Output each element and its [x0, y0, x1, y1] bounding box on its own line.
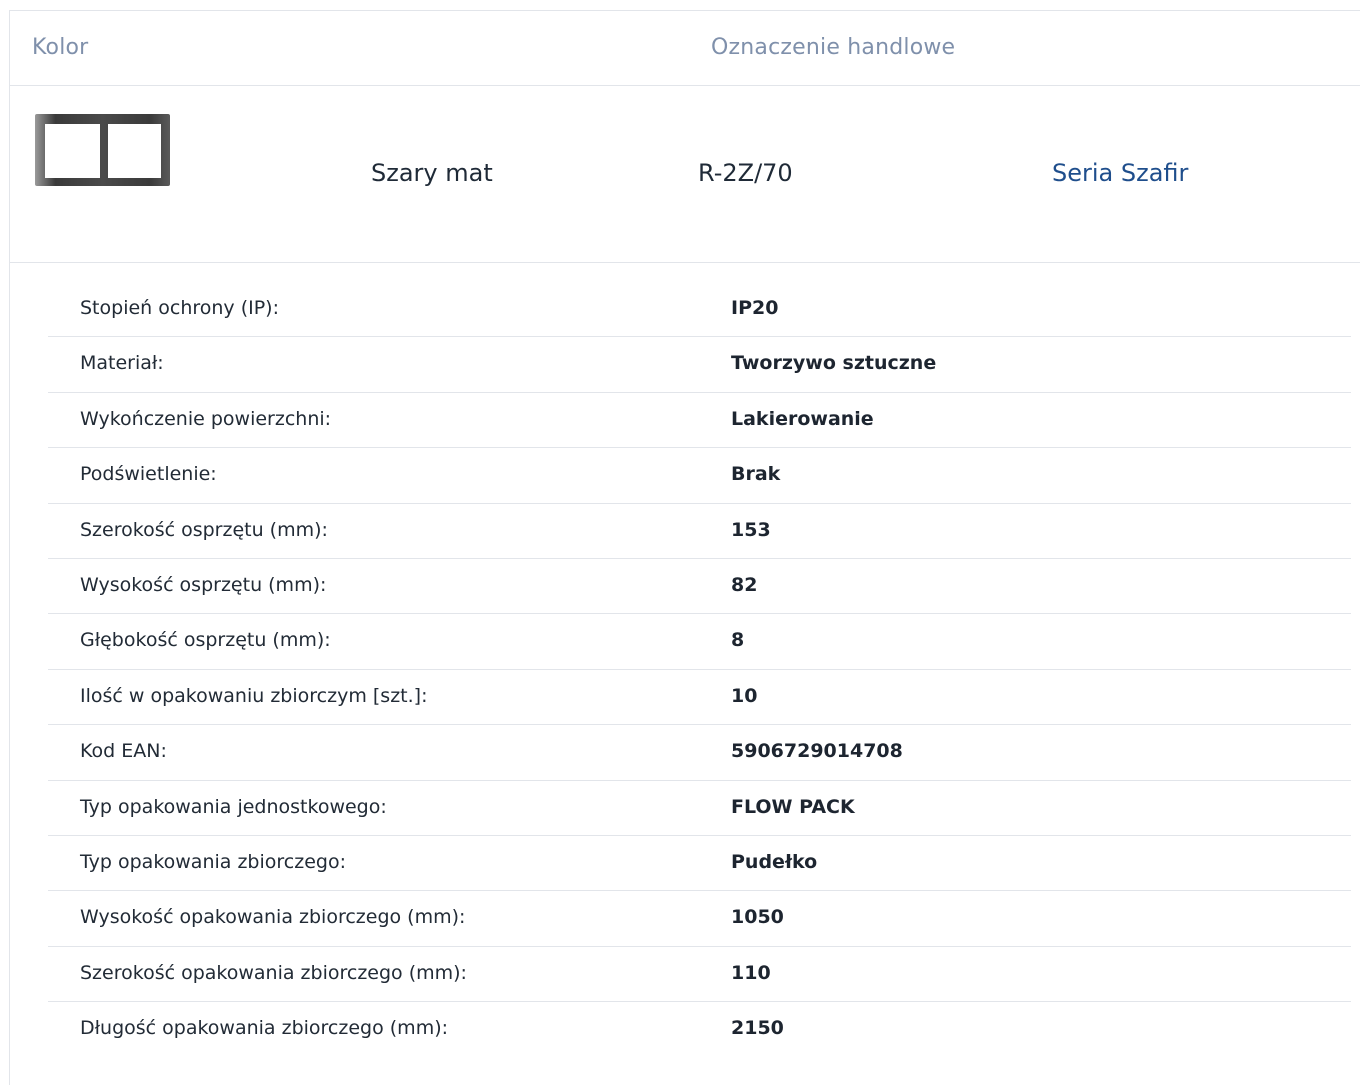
table-row: Ilość w opakowaniu zbiorczym [szt.]: 10	[48, 670, 1351, 726]
spec-label: Wysokość opakowania zbiorczego (mm):	[80, 906, 466, 929]
series-link[interactable]: Seria Szafir	[1052, 159, 1188, 187]
trade-name-value: R-2Z/70	[698, 159, 793, 187]
table-row: Wysokość osprzętu (mm): 82	[48, 559, 1351, 615]
table-row: Typ opakowania zbiorczego: Pudełko	[48, 836, 1351, 892]
spec-value: Lakierowanie	[731, 407, 874, 430]
spec-value: FLOW PACK	[731, 795, 855, 818]
spec-value: 1050	[731, 906, 784, 929]
spec-value: 82	[731, 573, 758, 596]
table-row: Materiał: Tworzywo sztuczne	[48, 337, 1351, 393]
product-row: Szary mat R-2Z/70 Seria Szafir	[10, 86, 1360, 263]
spec-label: Wysokość osprzętu (mm):	[80, 573, 327, 596]
spec-value: Brak	[731, 463, 781, 486]
spec-label: Długość opakowania zbiorczego (mm):	[80, 1017, 449, 1040]
table-row: Długość opakowania zbiorczego (mm): 2150	[48, 1002, 1351, 1057]
color-value: Szary mat	[371, 159, 493, 187]
spec-value: 153	[731, 518, 771, 541]
color-column-header: Kolor	[32, 35, 89, 60]
spec-value: 2150	[731, 1017, 784, 1040]
table-row: Szerokość opakowania zbiorczego (mm): 110	[48, 947, 1351, 1003]
table-header: Kolor Oznaczenie handlowe	[10, 11, 1360, 86]
trade-name-column-header: Oznaczenie handlowe	[711, 35, 956, 60]
table-row: Typ opakowania jednostkowego: FLOW PACK	[48, 781, 1351, 836]
spec-value: 10	[731, 684, 758, 707]
spec-label: Typ opakowania jednostkowego:	[80, 795, 387, 818]
spec-label: Ilość w opakowaniu zbiorczym [szt.]:	[80, 684, 428, 707]
spec-label: Szerokość osprzętu (mm):	[80, 518, 328, 541]
table-row: Szerokość osprzętu (mm): 153	[48, 504, 1351, 559]
spec-value: 8	[731, 629, 745, 652]
spec-label: Podświetlenie:	[80, 463, 217, 486]
double-frame-icon	[35, 114, 170, 186]
table-row: Głębokość osprzętu (mm): 8	[48, 614, 1351, 670]
spec-label: Materiał:	[80, 352, 164, 375]
spec-value: IP20	[731, 297, 779, 319]
spec-label: Kod EAN:	[80, 740, 167, 763]
table-row: Wysokość opakowania zbiorczego (mm): 1050	[48, 891, 1351, 947]
spec-value: 5906729014708	[731, 740, 903, 763]
specifications-table: Stopień ochrony (IP): IP20 Materiał: Tworzy…	[48, 282, 1351, 1057]
spec-label: Typ opakowania zbiorczego:	[80, 850, 346, 873]
spec-value: Pudełko	[731, 850, 818, 873]
spec-label: Stopień ochrony (IP):	[80, 297, 279, 319]
product-table: Kolor Oznaczenie handlowe Szary mat R-2Z…	[9, 10, 1360, 1085]
table-row: Stopień ochrony (IP): IP20	[48, 282, 1351, 338]
spec-value: 110	[731, 961, 771, 984]
spec-label: Wykończenie powierzchni:	[80, 407, 332, 430]
table-row: Podświetlenie: Brak	[48, 448, 1351, 504]
spec-label: Szerokość opakowania zbiorczego (mm):	[80, 961, 467, 984]
spec-label: Głębokość osprzętu (mm):	[80, 629, 331, 652]
spec-value: Tworzywo sztuczne	[731, 352, 937, 375]
table-row: Wykończenie powierzchni: Lakierowanie	[48, 393, 1351, 449]
table-row: Kod EAN: 5906729014708	[48, 725, 1351, 781]
